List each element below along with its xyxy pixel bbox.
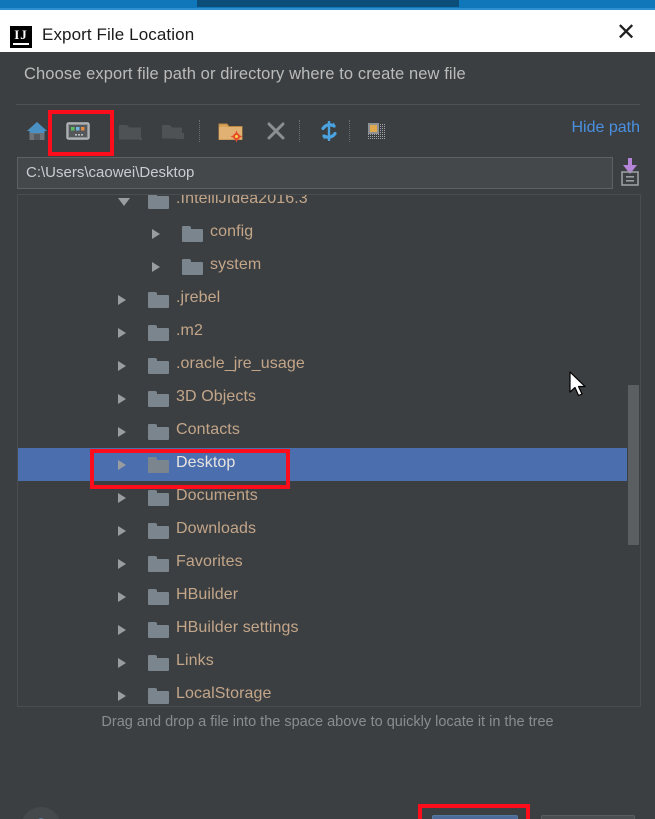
ok-button[interactable]: OK xyxy=(432,815,518,819)
help-button[interactable]: ? xyxy=(21,807,61,819)
folder-icon xyxy=(148,523,169,539)
tree-row[interactable]: Links xyxy=(18,646,640,679)
export-file-location-dialog: IJ Export File Location ✕ Choose export … xyxy=(0,0,655,819)
dialog-title: Export File Location xyxy=(42,25,195,44)
show-hidden-icon[interactable] xyxy=(360,114,394,148)
chevron-right-icon[interactable] xyxy=(118,691,126,701)
tree-row[interactable]: .m2 xyxy=(18,316,640,349)
tree-row[interactable]: Favorites xyxy=(18,547,640,580)
tree-row[interactable]: .jrebel xyxy=(18,283,640,316)
folder-icon xyxy=(148,292,169,308)
os-window-strip-segment xyxy=(197,0,459,7)
tree-row[interactable]: config xyxy=(18,217,640,250)
tree-row[interactable]: Documents xyxy=(18,481,640,514)
tree-row-label: HBuilder settings xyxy=(176,619,299,636)
chevron-right-icon[interactable] xyxy=(118,526,126,536)
tree-row[interactable]: system xyxy=(18,250,640,283)
hide-path-link[interactable]: Hide path xyxy=(572,119,641,137)
tree-row-label: Favorites xyxy=(176,553,243,570)
chevron-right-icon[interactable] xyxy=(152,262,160,272)
drag-drop-hint: Drag and drop a file into the space abov… xyxy=(101,714,554,730)
chevron-right-icon[interactable] xyxy=(118,559,126,569)
folder-icon xyxy=(148,655,169,671)
project-folder-icon xyxy=(156,114,190,148)
tree-row-label: Desktop xyxy=(176,454,236,471)
folder-icon xyxy=(182,226,203,242)
folder-icon xyxy=(148,391,169,407)
toolbar-divider xyxy=(199,120,201,142)
tree-row-label: system xyxy=(210,256,262,273)
tree-row-label: .IntelliJIdea2016.3 xyxy=(176,194,308,207)
folder-icon xyxy=(148,358,169,374)
tree-row[interactable]: Desktop xyxy=(18,448,640,481)
toolbar-divider xyxy=(349,120,351,142)
tree-row-label: Documents xyxy=(176,487,258,504)
intellij-logo-icon: IJ xyxy=(10,26,32,48)
tree-row[interactable]: HBuilder xyxy=(18,580,640,613)
dialog-titlebar: IJ Export File Location ✕ xyxy=(0,10,655,52)
folder-icon xyxy=(148,457,169,473)
dialog-subtitle: Choose export file path or directory whe… xyxy=(24,65,466,83)
chevron-right-icon[interactable] xyxy=(152,229,160,239)
save-to-file-icon[interactable] xyxy=(618,156,642,189)
folder-icon xyxy=(182,259,203,275)
chevron-right-icon[interactable] xyxy=(118,295,126,305)
tree-row-label: .m2 xyxy=(176,322,203,339)
tree-row-label: Links xyxy=(176,652,214,669)
toolbar-divider xyxy=(299,120,301,142)
tree-scrollbar-track[interactable] xyxy=(627,195,640,706)
tree-row[interactable]: LocalStorage xyxy=(18,679,640,706)
chevron-down-icon[interactable] xyxy=(118,198,130,206)
chevron-right-icon[interactable] xyxy=(118,361,126,371)
folder-icon xyxy=(148,325,169,341)
tree-row-label: config xyxy=(210,223,254,240)
folder-icon xyxy=(148,424,169,440)
dialog-body: Choose export file path or directory whe… xyxy=(0,52,655,819)
tree-row-label: LocalStorage xyxy=(176,685,272,702)
new-folder-icon[interactable] xyxy=(214,114,248,148)
tree-row[interactable]: .IntelliJIdea2016.3 xyxy=(18,194,640,217)
directory-tree[interactable]: .IntelliJIdea2016.3 config system .jrebel .m… xyxy=(17,194,641,707)
file-chooser-toolbar: Hide path xyxy=(16,110,640,152)
tree-row[interactable]: Downloads xyxy=(18,514,640,547)
chevron-right-icon[interactable] xyxy=(118,625,126,635)
chevron-right-icon[interactable] xyxy=(118,394,126,404)
close-icon[interactable]: ✕ xyxy=(607,20,645,46)
tree-row[interactable]: HBuilder settings xyxy=(18,613,640,646)
folder-icon xyxy=(148,589,169,605)
tree-row-label: 3D Objects xyxy=(176,388,257,405)
home-icon[interactable] xyxy=(20,114,54,148)
chevron-right-icon[interactable] xyxy=(118,427,126,437)
tree-row[interactable]: 3D Objects xyxy=(18,382,640,415)
chevron-right-icon[interactable] xyxy=(118,328,126,338)
folder-icon xyxy=(148,556,169,572)
up-folder-icon xyxy=(113,114,147,148)
tree-row[interactable]: Contacts xyxy=(18,415,640,448)
tree-row[interactable]: .oracle_jre_usage xyxy=(18,349,640,382)
tree-row-label: .jrebel xyxy=(176,289,221,306)
desktop-icon[interactable] xyxy=(61,114,95,148)
chevron-right-icon[interactable] xyxy=(118,460,126,470)
chevron-right-icon[interactable] xyxy=(118,493,126,503)
toolbar-separator xyxy=(16,104,640,105)
folder-icon xyxy=(148,195,169,209)
chevron-right-icon[interactable] xyxy=(118,658,126,668)
folder-icon xyxy=(148,490,169,506)
tree-row-label: HBuilder xyxy=(176,586,239,603)
folder-icon xyxy=(148,622,169,638)
tree-scrollbar-thumb[interactable] xyxy=(628,385,639,545)
delete-icon xyxy=(259,114,293,148)
chevron-right-icon[interactable] xyxy=(118,592,126,602)
cancel-button[interactable]: Cancel xyxy=(541,815,635,819)
path-input[interactable]: C:\Users\caowei\Desktop xyxy=(17,157,613,189)
tree-row-label: Contacts xyxy=(176,421,240,438)
tree-row-label: .oracle_jre_usage xyxy=(176,355,305,372)
refresh-icon[interactable] xyxy=(312,114,346,148)
tree-row-label: Downloads xyxy=(176,520,257,537)
folder-icon xyxy=(148,688,169,704)
path-input-value: C:\Users\caowei\Desktop xyxy=(26,164,195,181)
